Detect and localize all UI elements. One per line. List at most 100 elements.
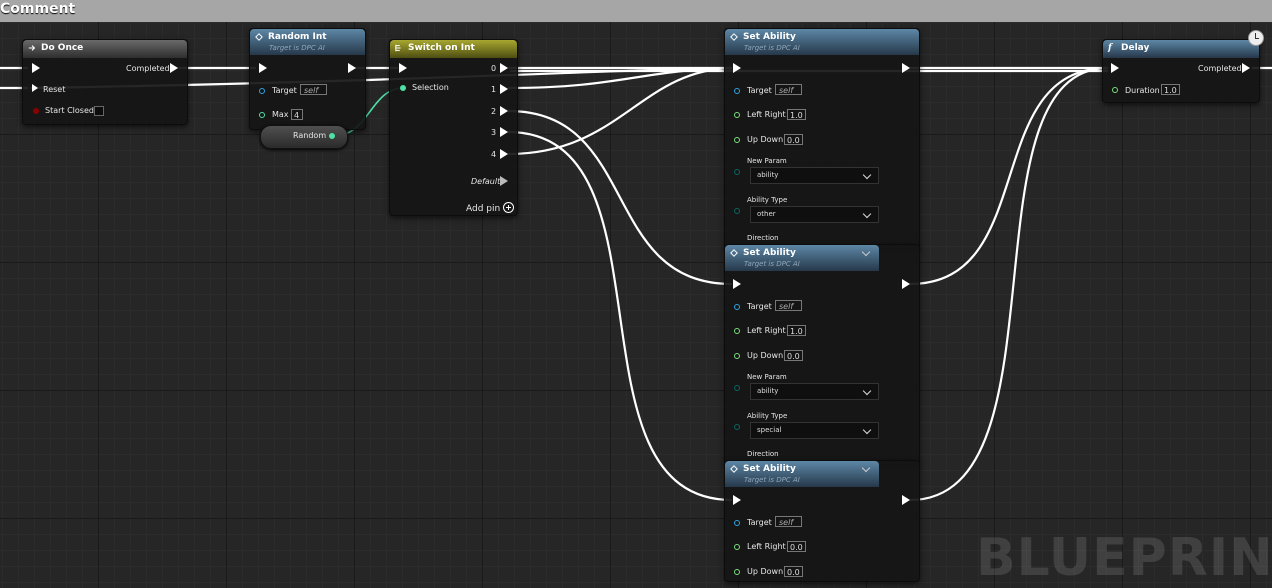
- random-int-max-pin[interactable]: [259, 112, 265, 118]
- set-ability-2-left-right-pin[interactable]: [734, 328, 740, 334]
- delay-duration-field[interactable]: 1.0: [1161, 84, 1180, 95]
- chevron-down-icon: [862, 170, 872, 180]
- set-ability-2-header[interactable]: Set Ability Target is DPC AI: [725, 245, 879, 271]
- set-ability-2-new-param-pin[interactable]: [734, 385, 740, 391]
- set-ability-1-target-pin[interactable]: [734, 88, 740, 94]
- switch-add-pin-button[interactable]: Add pin: [466, 202, 515, 214]
- set-ability-3-left-right-field[interactable]: 0.0: [787, 541, 806, 552]
- random-int-max-field[interactable]: 4: [291, 109, 303, 120]
- set-ability-3-target-field[interactable]: self: [775, 516, 802, 527]
- switch-out-3-label: 3: [491, 128, 497, 137]
- comment-title[interactable]: Comment: [0, 1, 75, 17]
- random-int-header[interactable]: Random Int Target is DPC AI: [250, 29, 365, 55]
- random-int-target-field[interactable]: self: [300, 84, 327, 95]
- delay-duration-pin[interactable]: [1112, 87, 1118, 93]
- set-ability-3-subtitle: Target is DPC AI: [744, 476, 800, 484]
- delay-exec-in-pin[interactable]: [1111, 63, 1119, 73]
- wire-layer: [0, 66, 1272, 502]
- set-ability-3-exec-in-pin[interactable]: [733, 495, 741, 505]
- set-ability-3-target-pin[interactable]: [734, 520, 740, 526]
- exec-wire-switch1-setability1: [507, 66, 733, 90]
- random-int-exec-out-pin[interactable]: [348, 63, 356, 73]
- set-ability-1-ability-type-value: other: [757, 210, 776, 218]
- set-ability-2-left-right-label: Left Right: [747, 326, 786, 335]
- set-ability-3-target-label: Target: [747, 518, 772, 527]
- switch-selection-pin[interactable]: [400, 85, 406, 91]
- set-ability-1-left-right-pin[interactable]: [734, 112, 740, 118]
- set-ability-3-up-down-label: Up Down: [747, 567, 784, 576]
- exec-wire-switch3-setability3: [507, 130, 733, 502]
- random-int-node[interactable]: Random Int Target is DPC AI Target self …: [249, 28, 366, 130]
- latent-clock-icon: [1248, 30, 1264, 46]
- set-ability-1-ability-type-pin[interactable]: [734, 208, 740, 214]
- set-ability-1-exec-out-pin[interactable]: [902, 63, 910, 73]
- blueprint-watermark: BLUEPRINT: [976, 528, 1272, 588]
- set-ability-1-up-down-field[interactable]: 0.0: [784, 134, 803, 145]
- random-return-value-pin[interactable]: [329, 133, 335, 139]
- comment-box-header[interactable]: [0, 0, 1272, 22]
- switch-out-2-pin[interactable]: [500, 106, 508, 116]
- set-ability-2-ability-type-dropdown[interactable]: special: [750, 422, 879, 439]
- delay-completed-pin[interactable]: [1242, 63, 1250, 73]
- set-ability-1-exec-in-pin[interactable]: [733, 63, 741, 73]
- set-ability-1-header[interactable]: Set Ability Target is DPC AI: [725, 29, 919, 55]
- delay-node[interactable]: Delay f Completed Duration 1.0: [1102, 39, 1260, 103]
- chevron-down-icon: [862, 386, 872, 396]
- switch-out-3-pin[interactable]: [500, 127, 508, 137]
- switch-out-0-pin[interactable]: [500, 63, 508, 73]
- set-ability-node-1[interactable]: Set Ability Target is DPC AI Target self…: [724, 28, 920, 250]
- set-ability-3-header[interactable]: Set Ability Target is DPC AI: [725, 461, 879, 487]
- switch-on-int-header[interactable]: Switch on Int: [390, 40, 517, 58]
- do-once-start-closed-checkbox[interactable]: [94, 106, 104, 116]
- set-ability-1-new-param-pin[interactable]: [734, 169, 740, 175]
- set-ability-1-new-param-label: New Param: [747, 157, 787, 165]
- exec-wire-switch4-setability1: [507, 66, 733, 156]
- set-ability-3-up-down-field[interactable]: 0.0: [784, 566, 803, 577]
- function-icon: [730, 249, 738, 257]
- switch-exec-in-pin[interactable]: [399, 63, 407, 73]
- set-ability-2-target-pin[interactable]: [734, 304, 740, 310]
- random-int-target-pin[interactable]: [259, 88, 265, 94]
- do-once-node[interactable]: Do Once Completed Reset Start Closed: [22, 39, 188, 125]
- collapse-chevron-icon[interactable]: [861, 463, 871, 473]
- set-ability-1-up-down-pin[interactable]: [734, 137, 740, 143]
- set-ability-3-up-down-pin[interactable]: [734, 569, 740, 575]
- set-ability-2-target-field[interactable]: self: [775, 300, 802, 311]
- switch-default-pin[interactable]: [500, 176, 508, 186]
- set-ability-1-left-right-field[interactable]: 1.0: [787, 109, 806, 120]
- set-ability-1-target-field[interactable]: self: [775, 84, 802, 95]
- set-ability-2-new-param-dropdown[interactable]: ability: [750, 383, 879, 400]
- random-int-exec-in-pin[interactable]: [259, 63, 267, 73]
- set-ability-node-2[interactable]: Set Ability Target is DPC AI Target self…: [724, 244, 920, 466]
- set-ability-1-new-param-dropdown[interactable]: ability: [750, 167, 879, 184]
- set-ability-1-target-label: Target: [747, 86, 772, 95]
- exec-wire-switch2-setability2: [507, 109, 733, 286]
- set-ability-3-left-right-pin[interactable]: [734, 544, 740, 550]
- switch-on-int-node[interactable]: Switch on Int Selection 0 1 2 3 4 Defaul…: [389, 39, 518, 216]
- random-return-node[interactable]: Random: [260, 125, 348, 149]
- set-ability-3-exec-out-pin[interactable]: [902, 495, 910, 505]
- switch-out-1-pin[interactable]: [500, 84, 508, 94]
- set-ability-2-exec-in-pin[interactable]: [733, 279, 741, 289]
- chevron-down-icon: [862, 425, 872, 435]
- do-once-header[interactable]: Do Once: [23, 40, 187, 58]
- set-ability-2-up-down-field[interactable]: 0.0: [784, 350, 803, 361]
- do-once-start-closed-pin[interactable]: [33, 108, 39, 114]
- set-ability-2-ability-type-pin[interactable]: [734, 424, 740, 430]
- delay-header[interactable]: Delay f: [1103, 40, 1259, 58]
- set-ability-2-new-param-value: ability: [757, 387, 779, 395]
- do-once-exec-in-pin[interactable]: [32, 63, 40, 73]
- set-ability-2-left-right-field[interactable]: 1.0: [787, 325, 806, 336]
- do-once-completed-pin[interactable]: [170, 63, 178, 73]
- switch-selection-label: Selection: [412, 83, 449, 92]
- set-ability-1-ability-type-dropdown[interactable]: other: [750, 206, 879, 223]
- collapse-chevron-icon[interactable]: [861, 247, 871, 257]
- chevron-down-icon: [862, 209, 872, 219]
- exec-wire-setability3-delay: [909, 66, 1109, 502]
- set-ability-3-left-right-label: Left Right: [747, 542, 786, 551]
- set-ability-2-exec-out-pin[interactable]: [902, 279, 910, 289]
- switch-out-4-pin[interactable]: [500, 149, 508, 159]
- set-ability-node-3[interactable]: Set Ability Target is DPC AI Target self…: [724, 460, 920, 582]
- set-ability-2-up-down-pin[interactable]: [734, 353, 740, 359]
- do-once-reset-pin[interactable]: [32, 84, 38, 92]
